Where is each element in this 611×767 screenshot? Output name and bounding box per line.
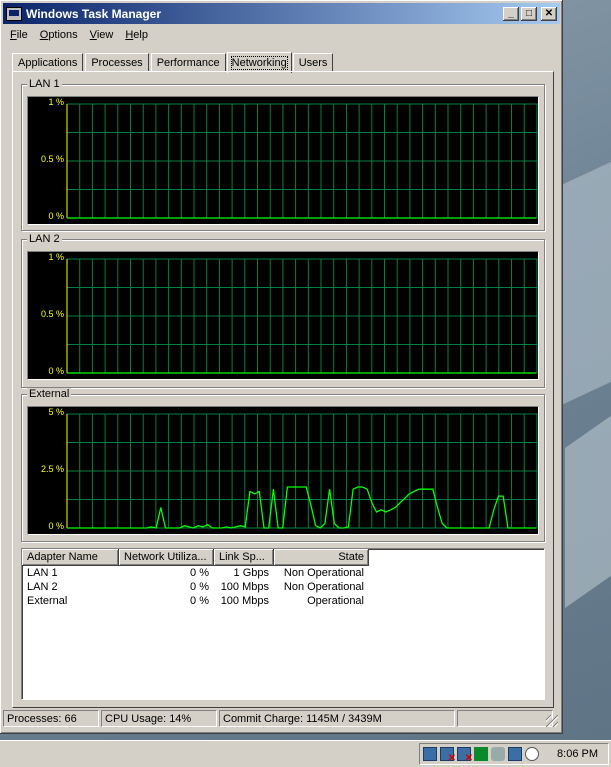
menu-help-rest: elp [133,29,148,41]
graph-label-external: External [27,388,72,401]
tab-processes[interactable]: Processes [85,53,149,72]
graph-y-label: 1 % [48,97,64,107]
graph-plot [66,413,538,529]
menu-view[interactable]: View [84,26,120,44]
tab-processes-label: Processes [91,57,143,69]
graph-y-label: 0.5 % [40,154,64,164]
maximize-button[interactable]: □ [521,6,537,21]
adapter-link-speed: 1 Gbps [233,567,269,579]
network-disconnected-icon-2[interactable] [457,747,473,764]
menu-file-accel: F [10,29,17,41]
col-link-speed[interactable]: Link Sp... [214,549,274,566]
adapter-list-header: Adapter Name Network Utiliza... Link Sp.… [22,549,544,566]
taskbar: 8:06 PM [0,740,611,767]
task-manager-cpu-icon[interactable] [474,747,488,761]
adapter-row[interactable]: LAN 2 0 % 100 Mbps Non Operational [22,580,544,594]
graph-y-label: 5 % [48,407,64,417]
adapter-name: External [27,595,68,607]
lan1-usage-graph: 1 % 0.5 % 0 % [27,96,539,225]
menu-view-accel: V [89,29,97,41]
tab-applications-label: Applications [18,57,78,69]
usage-series-line [67,486,536,529]
col-network-utilization[interactable]: Network Utiliza... [119,549,214,566]
adapter-utilization: 0 % [190,581,209,593]
adapter-utilization: 0 % [190,595,209,607]
tab-users[interactable]: Users [292,53,334,72]
menu-bar: File Options View Help [4,26,154,44]
status-empty-pane [457,710,553,727]
title-bar[interactable]: Windows Task Manager _ □ ✕ [3,3,560,24]
adapter-link-speed: 100 Mbps [220,595,269,607]
adapter-row[interactable]: External 0 % 100 Mbps Operational [22,594,544,608]
safely-remove-hardware-icon[interactable] [491,747,505,761]
menu-options[interactable]: Options [34,26,84,44]
graph-y-label: 2.5 % [40,464,64,474]
external-usage-graph: 5 % 2.5 % 0 % [27,406,539,535]
status-bar: Processes: 66 CPU Usage: 14% Commit Char… [3,710,560,730]
system-tray: 8:06 PM [419,743,609,765]
resize-grip[interactable] [546,715,558,727]
status-commit-charge: Commit Charge: 1145M / 3439M [219,710,455,727]
tab-performance[interactable]: Performance [150,53,226,72]
graph-y-label: 0 % [48,366,64,376]
graph-group-lan1: LAN 1 1 % 0.5 % 0 % [21,78,545,231]
tab-performance-label: Performance [156,57,220,69]
adapter-state: Operational [307,595,364,607]
graph-group-lan2: LAN 2 1 % 0.5 % 0 % [21,233,545,388]
network-activity-icon[interactable] [508,747,522,761]
menu-view-rest: iew [96,29,114,41]
status-processes: Processes: 66 [3,710,99,727]
adapter-name: LAN 1 [27,567,58,579]
graph-y-label: 0.5 % [40,309,64,319]
desktop-wallpaper-shape [555,132,611,408]
adapter-state: Non Operational [283,567,364,579]
adapter-state: Non Operational [283,581,364,593]
volume-icon[interactable] [525,747,539,761]
graph-group-external: External 5 % 2.5 % 0 % [21,388,545,542]
window-title: Windows Task Manager [26,6,162,21]
adapter-link-speed: 100 Mbps [220,581,269,593]
close-button[interactable]: ✕ [541,6,557,21]
menu-file-rest: ile [16,29,28,41]
graph-label-lan1: LAN 1 [27,78,62,91]
graph-y-label: 0 % [48,211,64,221]
menu-options-rest: ptions [48,29,78,41]
col-adapter-name[interactable]: Adapter Name [22,549,119,566]
taskbar-clock[interactable]: 8:06 PM [557,748,598,760]
minimize-button[interactable]: _ [503,6,519,21]
status-cpu-usage: CPU Usage: 14% [101,710,217,727]
graph-plot [66,258,538,374]
network-icon[interactable] [423,747,437,761]
network-disconnected-icon[interactable] [440,747,456,764]
adapter-utilization: 0 % [190,567,209,579]
col-state[interactable]: State [274,549,369,566]
lan2-usage-graph: 1 % 0.5 % 0 % [27,251,539,380]
graph-plot [66,103,538,219]
menu-file[interactable]: File [4,26,34,44]
task-manager-window: Windows Task Manager _ □ ✕ File Options … [0,0,563,734]
tab-users-label: Users [298,57,328,69]
desktop-wallpaper-shape-2 [565,391,611,609]
graph-label-lan2: LAN 2 [27,233,62,246]
task-manager-icon [6,6,22,21]
tab-networking[interactable]: Networking [226,52,292,73]
menu-help[interactable]: Help [119,26,154,44]
tab-applications[interactable]: Applications [12,53,84,72]
graph-y-label: 1 % [48,252,64,262]
tab-networking-label: Networking [230,56,288,70]
adapter-row[interactable]: LAN 1 0 % 1 Gbps Non Operational [22,566,544,580]
adapter-name: LAN 2 [27,581,58,593]
tab-strip: Applications Processes Performance Netwo… [12,50,335,73]
adapter-list[interactable]: Adapter Name Network Utiliza... Link Sp.… [21,548,545,700]
graph-y-label: 0 % [48,521,64,531]
